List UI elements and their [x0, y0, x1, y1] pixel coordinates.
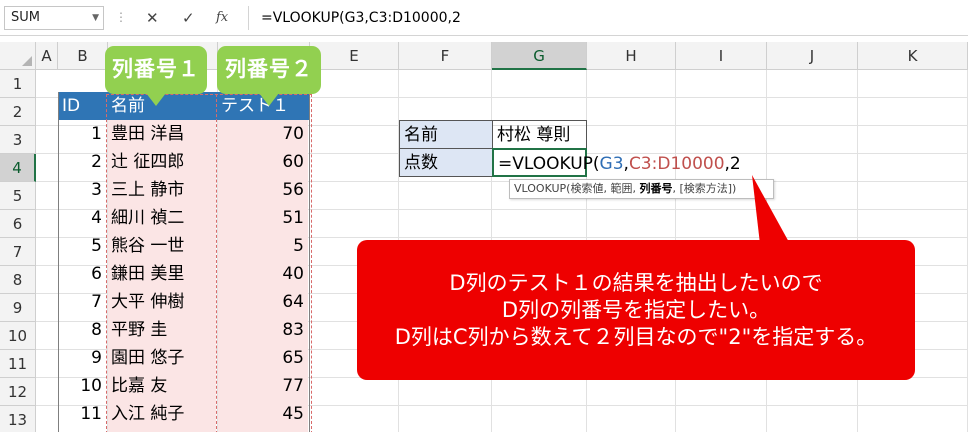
formula-input[interactable]: =VLOOKUP(G3,C3:D10000,2 [248, 6, 964, 30]
column-header-f[interactable]: F [399, 42, 492, 70]
explanation-line-2: D列の列番号を指定したい。 [501, 298, 771, 322]
column-header-g[interactable]: G [492, 42, 587, 70]
row-header-3[interactable]: 3 [0, 126, 36, 154]
lookup-score-label[interactable]: 点数 [399, 148, 493, 177]
column-header-i[interactable]: I [676, 42, 767, 70]
row-header-11[interactable]: 11 [0, 350, 36, 378]
row-header-1[interactable]: 1 [0, 70, 36, 98]
lookup-name-label[interactable]: 名前 [399, 120, 493, 149]
row-header-8[interactable]: 8 [0, 266, 36, 294]
row-header-10[interactable]: 10 [0, 322, 36, 350]
column-header-k[interactable]: K [858, 42, 968, 70]
formula-eq: =VLOOKUP( [498, 154, 600, 174]
row-header-13[interactable]: 13 [0, 406, 36, 432]
column-number-2-tag: 列番号２ [217, 46, 321, 106]
explanation-line-3: D列はC列から数えて２列目なので"2"を指定する。 [394, 325, 878, 349]
row-header-5[interactable]: 5 [0, 182, 36, 210]
tooltip-current-arg: 列番号 [639, 182, 673, 195]
row-header-6[interactable]: 6 [0, 210, 36, 238]
tooltip-args-after: , [検索方法]) [672, 182, 737, 195]
lookup-name-value[interactable]: 村松 尊則 [492, 120, 587, 149]
formula-ref-g3: G3 [599, 154, 624, 174]
chevron-down-icon[interactable]: ▼ [92, 7, 99, 29]
row-header-2[interactable]: 2 [0, 98, 36, 126]
column-header-a[interactable]: A [36, 42, 58, 70]
function-tooltip[interactable]: VLOOKUP(検索値, 範囲, 列番号, [検索方法]) [509, 179, 774, 199]
range-dashed-border [106, 94, 312, 432]
select-all-button[interactable] [0, 42, 36, 70]
column-header-e[interactable]: E [310, 42, 399, 70]
row-header-7[interactable]: 7 [0, 238, 36, 266]
range-dashed-divider [216, 94, 217, 432]
more-vertical-icon: ⋮ [115, 10, 127, 24]
name-box[interactable]: SUM ▼ [4, 6, 104, 30]
active-cell-g4[interactable]: =VLOOKUP(G3,C3:D10000,2 [492, 148, 741, 177]
tooltip-args-before: 検索値, 範囲, [570, 182, 640, 195]
explanation-callout: D列のテスト１の結果を抽出したいので D列の列番号を指定したい。 D列はC列から… [357, 240, 915, 380]
formula-ref-range: C3:D10000 [628, 154, 725, 174]
cancel-icon[interactable]: ✕ [146, 8, 159, 28]
insert-function-icon[interactable]: fx [216, 8, 228, 28]
column-number-1-tag: 列番号１ [105, 46, 207, 106]
formula-tail: ,2 [724, 154, 741, 174]
row-header-4[interactable]: 4 [0, 154, 36, 182]
column-header-b[interactable]: B [58, 42, 108, 70]
explanation-line-1: D列のテスト１の結果を抽出したいので [449, 271, 823, 295]
row-header-12[interactable]: 12 [0, 378, 36, 406]
enter-icon[interactable]: ✓ [182, 8, 195, 28]
formula-bar: SUM ▼ ⋮ ✕ ✓ fx =VLOOKUP(G3,C3:D10000,2 [0, 0, 968, 36]
column-header-j[interactable]: J [767, 42, 858, 70]
tooltip-fn: VLOOKUP( [514, 182, 571, 195]
column-header-h[interactable]: H [587, 42, 676, 70]
row-header-9[interactable]: 9 [0, 294, 36, 322]
name-box-value: SUM [11, 10, 40, 25]
